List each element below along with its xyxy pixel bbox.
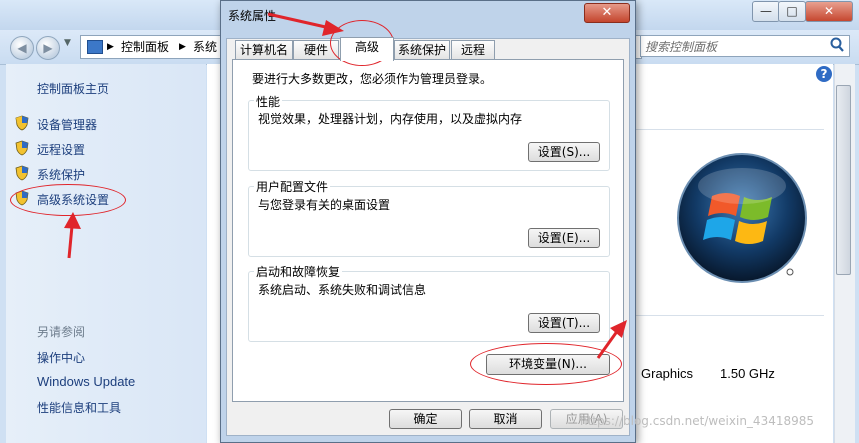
watermark: https://blog.csdn.net/weixin_43418985 xyxy=(580,414,815,428)
annotation-arrows xyxy=(64,12,627,359)
tab-advanced[interactable]: 高级 xyxy=(340,37,394,61)
